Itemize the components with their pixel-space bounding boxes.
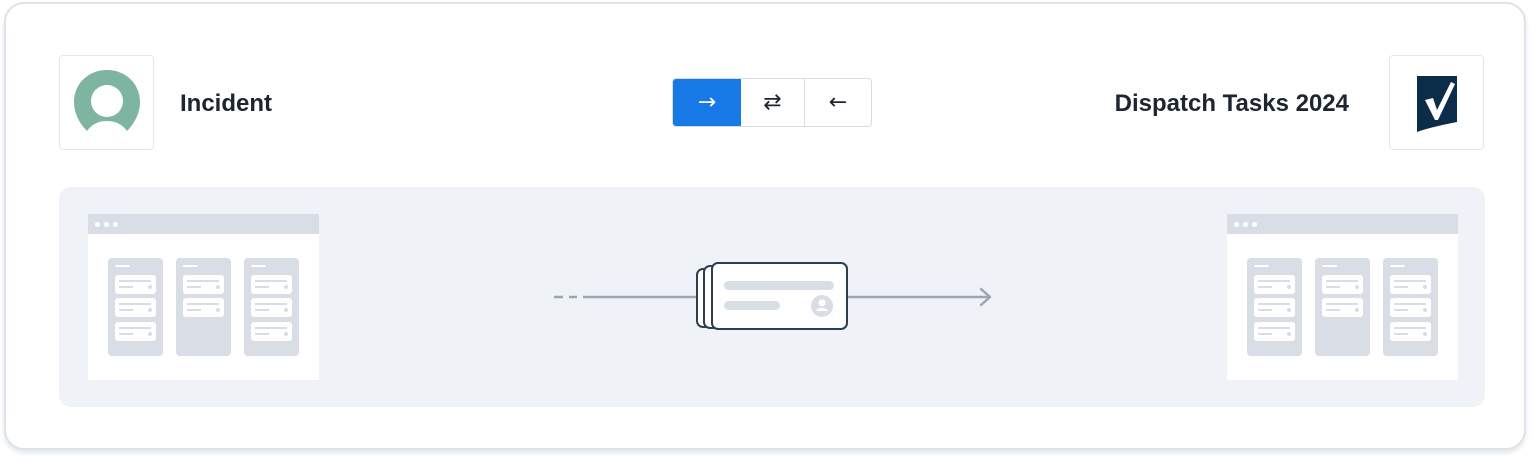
direction-two-way-button[interactable]: ⇄ (741, 79, 805, 126)
direction-one-way-left-button[interactable]: ← (805, 79, 871, 126)
incident-logo-icon (73, 69, 140, 131)
target-app-name: Dispatch Tasks 2024 (1114, 90, 1349, 117)
source-board-illustration (88, 214, 319, 380)
smartsheet-logo-icon (1416, 75, 1457, 132)
target-app-logo (1389, 55, 1484, 150)
integration-card: Incident → ⇄ ← Dispatch Tasks 2024 (4, 2, 1526, 450)
task-card-icon (696, 262, 848, 330)
source-app-name: Incident (180, 90, 273, 117)
sync-flow-arrow (554, 262, 992, 330)
window-titlebar (1227, 214, 1458, 234)
sync-direction-selector: → ⇄ ← (672, 78, 872, 127)
target-board-illustration (1227, 214, 1458, 380)
board-column (1247, 258, 1302, 356)
board-column (176, 258, 231, 356)
board-column (1315, 258, 1370, 356)
window-titlebar (88, 214, 319, 234)
board-column (1383, 258, 1438, 356)
sync-illustration (59, 187, 1485, 407)
source-app-logo (59, 55, 154, 150)
direction-one-way-right-button[interactable]: → (673, 79, 741, 126)
board-column (108, 258, 163, 356)
board-column (244, 258, 299, 356)
